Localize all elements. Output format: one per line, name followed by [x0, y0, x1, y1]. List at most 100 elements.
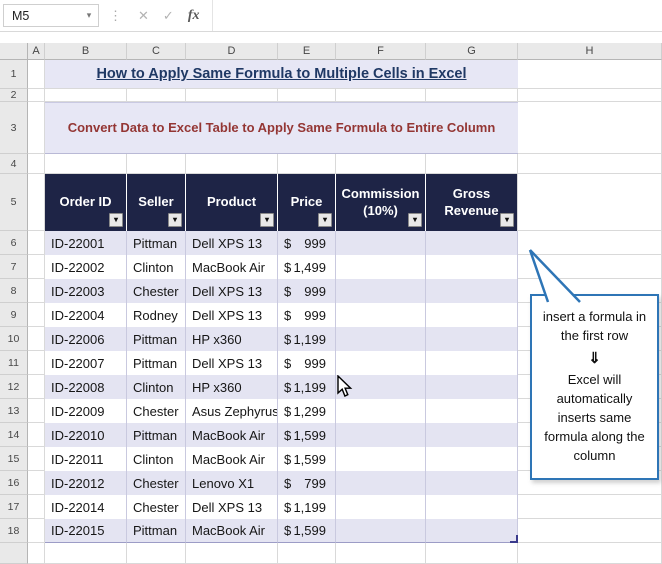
cell-product[interactable]: MacBook Air [186, 255, 278, 279]
cell-order-id[interactable]: ID-22006 [45, 327, 127, 351]
cell-colA[interactable] [28, 351, 45, 375]
cell-commission[interactable] [336, 495, 426, 519]
cell-price[interactable]: $1,199 [278, 495, 336, 519]
cell-price[interactable]: $999 [278, 303, 336, 327]
cell-commission[interactable] [336, 255, 426, 279]
row-header[interactable]: 17 [0, 495, 28, 519]
row-header[interactable]: 12 [0, 375, 28, 399]
cell-commission[interactable] [336, 351, 426, 375]
cell-H5[interactable] [518, 174, 662, 231]
filter-button-order-id[interactable]: ▾ [109, 213, 123, 227]
cell-seller[interactable]: Chester [127, 279, 186, 303]
cell-filler[interactable] [186, 543, 278, 564]
cell-price[interactable]: $999 [278, 231, 336, 255]
row-header-5[interactable]: 5 [0, 174, 28, 231]
cell-A3[interactable] [28, 102, 45, 154]
sheet-title-cell[interactable]: How to Apply Same Formula to Multiple Ce… [45, 60, 518, 89]
cell-filler[interactable] [426, 543, 518, 564]
cell-H2[interactable] [518, 89, 662, 102]
cell-commission[interactable] [336, 423, 426, 447]
cell-product[interactable]: MacBook Air [186, 423, 278, 447]
row-header-4[interactable]: 4 [0, 154, 28, 174]
cell-order-id[interactable]: ID-22004 [45, 303, 127, 327]
row-header[interactable]: 18 [0, 519, 28, 543]
cell-price[interactable]: $1,599 [278, 423, 336, 447]
cell-colA[interactable] [28, 471, 45, 495]
cell-seller[interactable]: Pittman [127, 519, 186, 543]
cell-colH[interactable] [518, 495, 662, 519]
cell-gross-revenue[interactable] [426, 303, 518, 327]
cell-A5[interactable] [28, 174, 45, 231]
cell-seller[interactable]: Pittman [127, 231, 186, 255]
name-box[interactable]: M5 ▾ [3, 4, 99, 27]
cell-price[interactable]: $999 [278, 279, 336, 303]
column-header-D[interactable]: D [186, 43, 278, 60]
cell-seller[interactable]: Pittman [127, 423, 186, 447]
cell-gross-revenue[interactable] [426, 279, 518, 303]
cell-F2[interactable] [336, 89, 426, 102]
cell-seller[interactable]: Pittman [127, 327, 186, 351]
cell-product[interactable]: MacBook Air [186, 519, 278, 543]
column-header-E[interactable]: E [278, 43, 336, 60]
filter-button-commission[interactable]: ▾ [408, 213, 422, 227]
cell-A2[interactable] [28, 89, 45, 102]
cell-G2[interactable] [426, 89, 518, 102]
cell-gross-revenue[interactable] [426, 519, 518, 543]
cell-product[interactable]: MacBook Air [186, 447, 278, 471]
cell-order-id[interactable]: ID-22011 [45, 447, 127, 471]
cell-seller[interactable]: Clinton [127, 375, 186, 399]
column-header-G[interactable]: G [426, 43, 518, 60]
cell-order-id[interactable]: ID-22015 [45, 519, 127, 543]
insert-function-icon[interactable]: fx [188, 8, 200, 24]
cell-price[interactable]: $1,599 [278, 519, 336, 543]
cell-filler[interactable] [127, 543, 186, 564]
cell-seller[interactable]: Clinton [127, 447, 186, 471]
row-header-1[interactable]: 1 [0, 60, 28, 89]
cell-colA[interactable] [28, 447, 45, 471]
cell-commission[interactable] [336, 327, 426, 351]
cell-order-id[interactable]: ID-22009 [45, 399, 127, 423]
cell-C2[interactable] [127, 89, 186, 102]
enter-icon[interactable]: ✓ [163, 8, 174, 24]
cell-D2[interactable] [186, 89, 278, 102]
cell-colA[interactable] [28, 423, 45, 447]
cell-E4[interactable] [278, 154, 336, 174]
cell-C4[interactable] [127, 154, 186, 174]
cell-colA[interactable] [28, 279, 45, 303]
cell-order-id[interactable]: ID-22008 [45, 375, 127, 399]
cell-product[interactable]: Dell XPS 13 [186, 279, 278, 303]
row-header[interactable]: 16 [0, 471, 28, 495]
cell-A4[interactable] [28, 154, 45, 174]
cell-colA[interactable] [28, 399, 45, 423]
cell-filler[interactable] [45, 543, 127, 564]
cell-B4[interactable] [45, 154, 127, 174]
cell-price[interactable]: $1,199 [278, 327, 336, 351]
cell-product[interactable]: Dell XPS 13 [186, 303, 278, 327]
cell-seller[interactable]: Chester [127, 399, 186, 423]
row-header[interactable]: 8 [0, 279, 28, 303]
row-header-3[interactable]: 3 [0, 102, 28, 154]
cell-commission[interactable] [336, 399, 426, 423]
cell-price[interactable]: $799 [278, 471, 336, 495]
cell-colA[interactable] [28, 375, 45, 399]
formula-input[interactable] [212, 0, 662, 31]
cell-price[interactable]: $1,299 [278, 399, 336, 423]
cell-A1[interactable] [28, 60, 45, 89]
row-header[interactable]: 11 [0, 351, 28, 375]
column-header-C[interactable]: C [127, 43, 186, 60]
cell-product[interactable]: HP x360 [186, 375, 278, 399]
cell-gross-revenue[interactable] [426, 375, 518, 399]
cell-H4[interactable] [518, 154, 662, 174]
cell-gross-revenue[interactable] [426, 231, 518, 255]
cell-seller[interactable]: Rodney [127, 303, 186, 327]
row-header[interactable]: 10 [0, 327, 28, 351]
cell-E2[interactable] [278, 89, 336, 102]
cell-commission[interactable] [336, 471, 426, 495]
row-header[interactable]: 13 [0, 399, 28, 423]
column-header-A[interactable]: A [28, 43, 45, 60]
cell-product[interactable]: Lenovo X1 [186, 471, 278, 495]
sheet-subtitle-cell[interactable]: Convert Data to Excel Table to Apply Sam… [45, 102, 518, 154]
cell-colA[interactable] [28, 327, 45, 351]
cell-order-id[interactable]: ID-22003 [45, 279, 127, 303]
cell-order-id[interactable]: ID-22012 [45, 471, 127, 495]
